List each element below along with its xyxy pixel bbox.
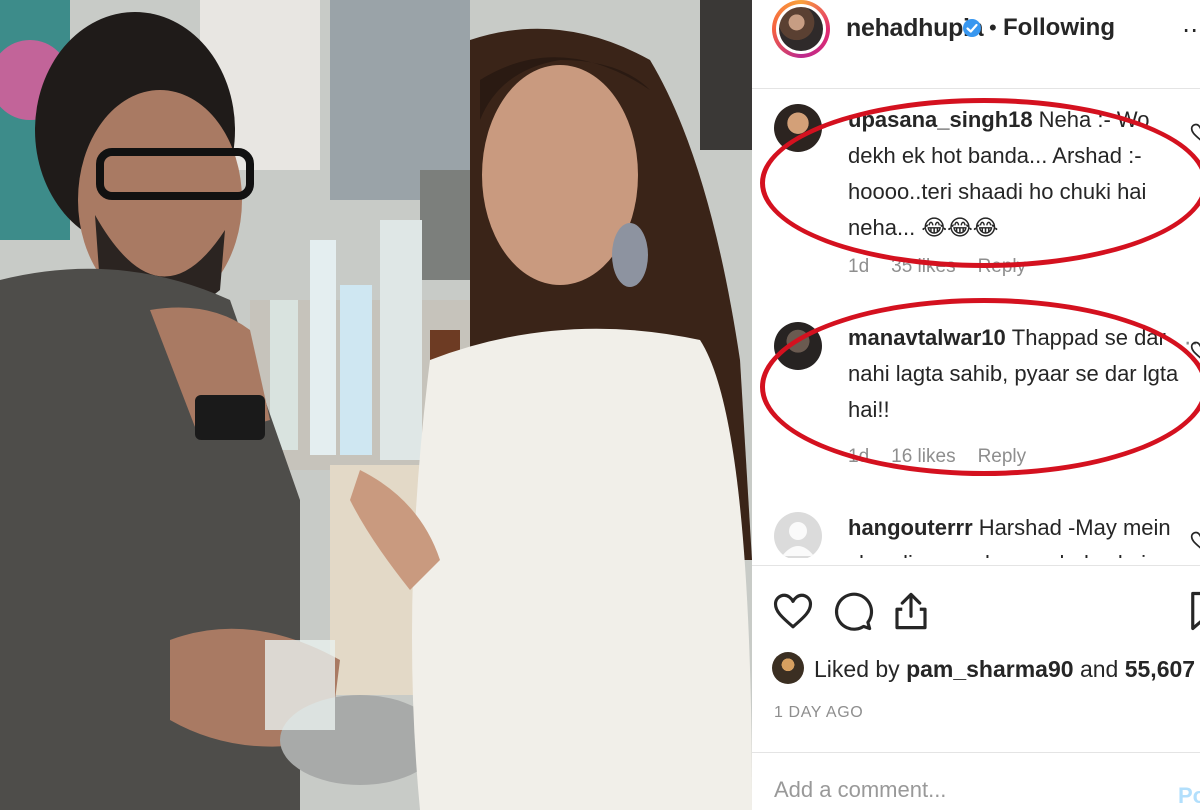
comment-avatar[interactable]: [774, 104, 822, 152]
like-comment-icon[interactable]: [1190, 530, 1200, 550]
comment-like-count[interactable]: 35 likes: [891, 256, 955, 277]
comment-avatar[interactable]: [774, 512, 822, 558]
comment-body: upasana_singh18 Neha :- Wo dekh ek hot ba…: [848, 102, 1188, 246]
comment-item: manavtalwar10 Thappad se dar nahi lagta s…: [752, 322, 1200, 472]
following-button[interactable]: Following: [1003, 14, 1115, 42]
comment-body: manavtalwar10 Thappad se dar nahi lagta s…: [848, 320, 1188, 428]
likes-count[interactable]: 55,607 others: [1125, 656, 1200, 682]
likes-and: and: [1079, 656, 1119, 682]
liker-username[interactable]: pam_sharma90: [906, 656, 1074, 682]
like-comment-icon[interactable]: [1190, 122, 1200, 142]
likes-text[interactable]: Liked by pam_sharma90 and 55,607 others: [814, 656, 1200, 683]
comment-age: 1d: [848, 256, 870, 277]
comment-username[interactable]: hangouterrr: [848, 515, 973, 540]
reply-button[interactable]: Reply: [978, 256, 1027, 277]
likes-summary: Liked by pam_sharma90 and 55,607 others: [772, 650, 1200, 690]
comment-avatar[interactable]: [774, 322, 822, 370]
bookmark-icon[interactable]: [1184, 590, 1200, 632]
header-separator: •: [989, 15, 997, 40]
post-actions: [752, 565, 1200, 656]
comment-username[interactable]: upasana_singh18: [848, 107, 1033, 132]
post-photo: [0, 0, 752, 810]
comment-like-count[interactable]: 16 likes: [891, 446, 955, 467]
add-comment-bar: Post: [752, 752, 1200, 810]
comment-meta: 1d 16 likes Reply: [848, 446, 1048, 468]
comment-body: hangouterrrHarshad -May mein shaadi nove…: [848, 512, 1188, 558]
comment-meta: 1d 35 likes Reply: [848, 256, 1048, 278]
post-timestamp[interactable]: 1 DAY AGO: [774, 704, 863, 722]
comment-item: hangouterrrHarshad -May mein shaadi nove…: [752, 512, 1200, 558]
comment-age: 1d: [848, 446, 870, 467]
post-header: nehadhupia • Following ⋯: [752, 0, 1200, 89]
add-comment-input[interactable]: [772, 771, 1156, 809]
comment-username[interactable]: manavtalwar10: [848, 325, 1006, 350]
reply-button[interactable]: Reply: [978, 446, 1027, 467]
instagram-post-pane: nehadhupia • Following ⋯ upasana_singh18…: [752, 0, 1200, 810]
profile-avatar[interactable]: [772, 0, 830, 58]
heart-icon[interactable]: [772, 590, 814, 632]
liker-avatar[interactable]: [772, 652, 804, 684]
comment-icon[interactable]: [832, 590, 874, 632]
like-comment-icon[interactable]: [1190, 340, 1200, 360]
share-icon[interactable]: [890, 590, 932, 632]
post-comment-button[interactable]: Post: [1178, 783, 1200, 809]
comment-item: upasana_singh18 Neha :- Wo dekh ek hot ba…: [752, 104, 1200, 279]
likes-prefix: Liked by: [814, 656, 900, 682]
more-options-icon[interactable]: ⋯: [1182, 16, 1200, 45]
verified-badge-icon: [963, 19, 981, 37]
